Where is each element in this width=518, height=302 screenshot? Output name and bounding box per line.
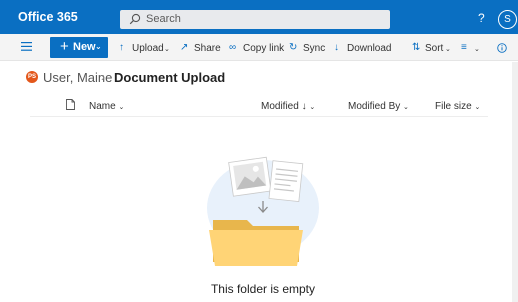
view-list-icon: ≡ (461, 42, 467, 53)
column-name-label: Name (89, 101, 116, 112)
column-header-file-size[interactable]: File size ⌄ (435, 101, 480, 112)
info-pane-button[interactable] (497, 43, 509, 55)
upload-button[interactable]: ↑ Upload ⌄ (119, 42, 171, 55)
search-icon (129, 13, 141, 25)
chevron-down-icon: ⌄ (118, 104, 125, 111)
share-button[interactable]: ↗ Share (180, 42, 221, 55)
chevron-right-icon: › (101, 70, 105, 84)
avatar: PS (26, 71, 38, 83)
sync-button[interactable]: ↻ Sync (289, 42, 326, 55)
column-header-name[interactable]: Name ⌄ (89, 101, 124, 112)
column-header-modified-by[interactable]: Modified By ⌄ (348, 101, 409, 112)
upload-icon: ↑ (119, 42, 124, 53)
search-placeholder: Search (146, 13, 181, 25)
chevron-down-icon: ⌄ (474, 46, 480, 53)
sort-button[interactable]: ⇅ Sort ⌄ (412, 42, 452, 55)
search-box[interactable]: Search (120, 10, 390, 29)
sort-label: Sort (425, 43, 444, 54)
empty-folder-illustration (207, 156, 319, 266)
download-button[interactable]: ↓ Download (334, 42, 392, 55)
chevron-down-icon: ⌄ (403, 104, 409, 111)
share-icon: ↗ (180, 42, 189, 53)
chevron-down-icon: ⌄ (309, 104, 316, 111)
list-header: Name ⌄ Modified ↓ ⌄ Modified By ⌄ File s… (30, 95, 488, 117)
download-icon: ↓ (334, 42, 339, 53)
vertical-scrollbar[interactable] (512, 62, 518, 302)
copy-link-button[interactable]: ∞ Copy link (229, 42, 284, 55)
sort-descending-icon: ↓ (301, 101, 307, 112)
upload-label: Upload (132, 43, 164, 54)
copy-link-label: Copy link (243, 43, 285, 54)
column-modified-by-label: Modified By (348, 101, 401, 112)
chevron-down-icon: ⌄ (164, 46, 170, 53)
suite-bar: Office 365 Search ? S (0, 0, 518, 34)
info-icon (497, 43, 507, 53)
new-button[interactable]: + New ⌄ (50, 37, 108, 58)
link-icon: ∞ (229, 42, 237, 53)
chevron-down-icon: ⌄ (95, 42, 102, 51)
sort-icon: ⇅ (412, 42, 421, 53)
download-label: Download (347, 43, 392, 54)
user-avatar-button[interactable]: S (498, 10, 517, 29)
help-button[interactable]: ? (478, 11, 485, 25)
new-button-label: New (73, 41, 96, 53)
file-type-icon (66, 99, 75, 110)
chevron-down-icon: ⌄ (445, 46, 451, 53)
command-bar: + New ⌄ ↑ Upload ⌄ ↗ Share ∞ Copy link ↻… (0, 34, 518, 61)
app-launcher-title[interactable]: Office 365 (18, 10, 78, 24)
sync-icon: ↻ (289, 42, 298, 53)
chevron-down-icon: ⌄ (474, 104, 481, 111)
share-label: Share (194, 43, 221, 54)
sync-label: Sync (303, 43, 326, 54)
page-title: Document Upload (114, 70, 226, 85)
column-modified-label: Modified (261, 101, 299, 112)
plus-icon: + (60, 38, 69, 55)
column-file-size-label: File size (435, 101, 472, 112)
empty-state-message: This folder is empty (210, 282, 316, 296)
column-header-modified[interactable]: Modified ↓ ⌄ (261, 101, 315, 112)
hamburger-menu-icon[interactable] (21, 42, 32, 51)
view-options-button[interactable]: ≡ ⌄ (461, 42, 483, 55)
